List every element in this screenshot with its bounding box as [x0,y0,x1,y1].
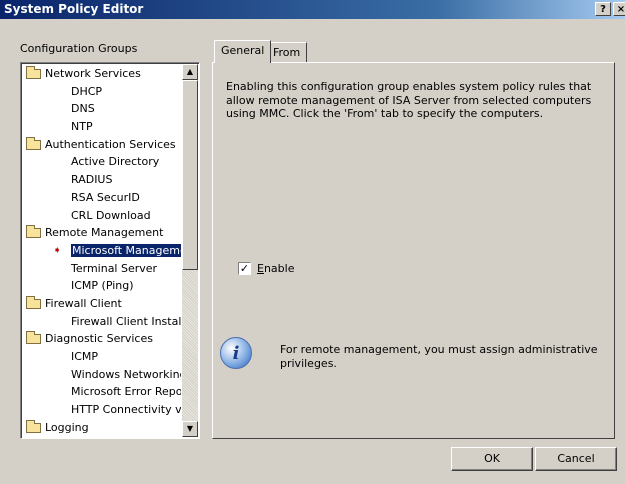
tree-item-label: NTP [71,120,93,134]
tree-list: Network Services DHCP DNS NTP Authentication… [23,65,181,436]
tree-child-item[interactable]: HTTP Connectivity ve [23,401,181,419]
cancel-button[interactable]: Cancel [535,447,617,471]
tree-item-label: ICMP (Ping) [71,279,134,293]
folder-icon [26,331,41,345]
tree-item-label: Authentication Services [45,137,176,151]
tree-group-item[interactable]: Network Services [23,65,181,83]
tree-item-label: Remote Management [45,226,164,240]
tree-item-label: CRL Download [71,208,151,222]
tree-item-label: RADIUS [71,173,113,187]
tree-child-item[interactable]: DHCP [23,83,181,101]
tree-group-item[interactable]: Remote Management [23,224,181,242]
configuration-groups-tree[interactable]: Network Services DHCP DNS NTP Authentication… [20,62,200,439]
tree-child-item[interactable]: ICMP (Ping) [23,277,181,295]
close-button[interactable]: × [613,2,625,16]
folder-icon [26,136,41,150]
tree-item-label: ICMP [71,350,99,363]
red-arrow-icon: ➧ [53,244,62,256]
tree-item-label: HTTP Connectivity ve [71,403,181,417]
tab-general[interactable]: General [214,40,272,63]
tree-item-label: Network Services [45,67,141,80]
tree-group-item[interactable]: Authentication Services [23,136,181,154]
info-icon: i [220,337,252,369]
folder-icon [26,419,41,433]
tree-child-item[interactable]: RADIUS [23,171,181,189]
tree-child-item[interactable]: DNS [23,100,181,118]
folder-icon [26,295,41,309]
tree-group-item[interactable]: Diagnostic Services [23,330,181,348]
tree-scrollbar[interactable]: ▲ ▼ [182,64,198,437]
tree-group-item[interactable]: Logging [23,419,181,437]
tree-item-label: Terminal Server [71,261,158,275]
tree-item-label: Firewall Client Install [71,314,181,328]
tree-item-label: Microsoft Manageme [71,243,181,257]
tab-from[interactable]: From [266,42,308,62]
tree-child-item[interactable]: CRL Download [23,207,181,225]
ok-button[interactable]: OK [451,447,533,471]
configuration-groups-label: Configuration Groups [20,42,138,55]
tree-group-item[interactable]: Firewall Client [23,295,181,313]
tree-child-item[interactable]: NTP [23,118,181,136]
tree-child-item[interactable]: Terminal Server [23,260,181,278]
folder-icon [26,66,41,79]
scroll-thumb[interactable] [182,80,198,270]
tree-item-label: RSA SecurID [71,190,140,204]
scroll-up-button[interactable]: ▲ [182,64,198,80]
scroll-down-button[interactable]: ▼ [182,421,198,437]
group-description: Enabling this configuration group enable… [226,80,592,120]
enable-checkbox[interactable]: ✓ [238,262,251,275]
tree-child-item[interactable]: ➧ Microsoft Manageme [23,242,181,260]
tree-child-item[interactable]: Microsoft Error Repo [23,383,181,401]
help-button[interactable]: ? [595,2,611,16]
tree-item-label: Diagnostic Services [45,332,153,346]
folder-icon [26,225,41,239]
tree-child-item[interactable]: RSA SecurID [23,189,181,207]
tree-child-item[interactable]: Windows Networking [23,366,181,384]
enable-label[interactable]: Enable [257,262,294,275]
tree-item-label: DHCP [71,84,103,98]
tree-child-item[interactable]: Firewall Client Install [23,313,181,331]
info-text: For remote management, you must assign a… [280,343,598,370]
tree-child-item[interactable]: Active Directory [23,153,181,171]
tree-child-item[interactable]: ICMP [23,348,181,366]
tree-item-label: Firewall Client [45,296,122,310]
tree-item-label: DNS [71,102,95,116]
tree-item-label: Windows Networking [71,367,181,381]
tree-item-label: Logging [45,420,89,434]
tree-item-label: Active Directory [71,155,160,169]
window-title: System Policy Editor [4,2,144,16]
title-bar: System Policy Editor ? × [0,0,625,19]
tree-item-label: Microsoft Error Repo [71,385,181,399]
